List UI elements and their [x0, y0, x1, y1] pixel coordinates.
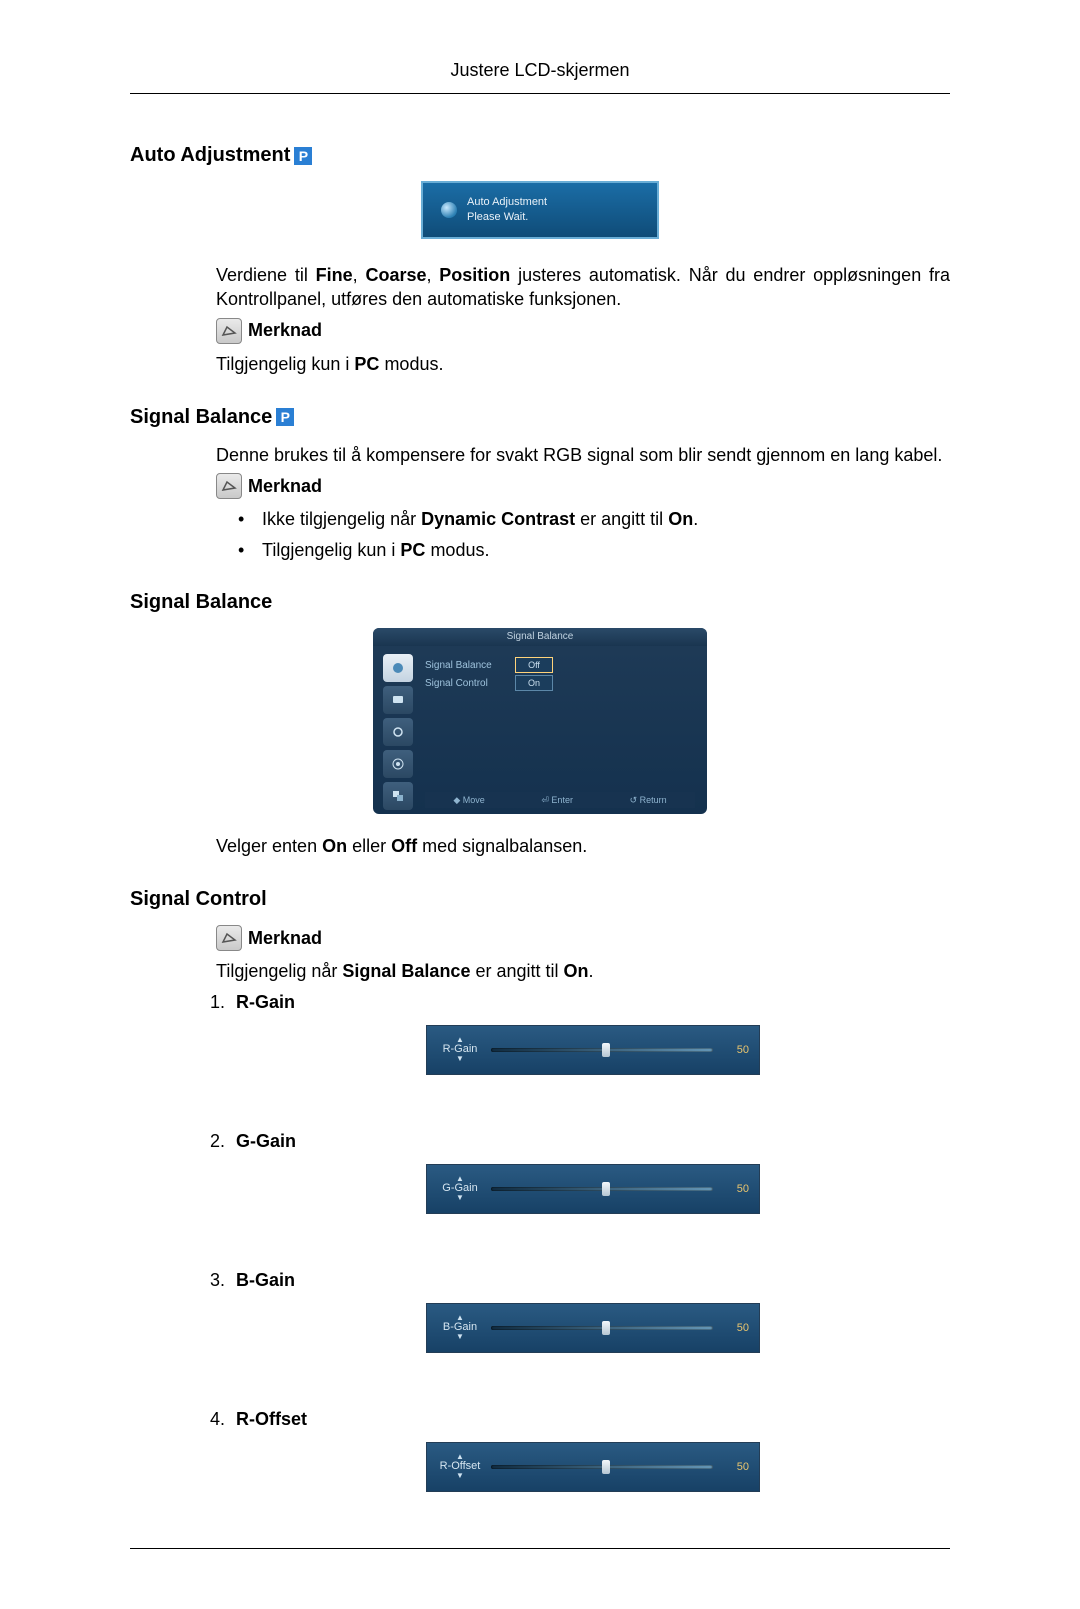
- osd-hint-move: ◆ Move: [453, 795, 484, 806]
- osd-row-signal-control[interactable]: Signal Control On: [425, 674, 695, 692]
- slider-track[interactable]: [491, 1326, 713, 1330]
- note-row: Merknad: [216, 318, 950, 344]
- osd-content: Signal Balance Off Signal Control On: [425, 656, 695, 692]
- item-label: G-Gain: [236, 1131, 296, 1151]
- slider-thumb[interactable]: [602, 1182, 610, 1196]
- chevron-down-icon: ▼: [456, 1194, 464, 1202]
- osd-side-tabs: [383, 654, 417, 814]
- list-item: Ikke tilgjengelig når Dynamic Contrast e…: [238, 509, 950, 530]
- slider-track[interactable]: [491, 1048, 713, 1052]
- list-item-g-gain: G-Gain ▲ G-Gain ▼ 50: [236, 1131, 950, 1214]
- title-text: Auto Adjustment: [130, 144, 290, 167]
- slider-thumb[interactable]: [602, 1043, 610, 1057]
- slider-thumb[interactable]: [602, 1321, 610, 1335]
- osd-titlebar: Signal Balance: [373, 628, 707, 646]
- note-icon: [216, 925, 242, 951]
- note-icon: [216, 473, 242, 499]
- auto-adjustment-note-text: Tilgjengelig kun i PC modus.: [216, 352, 950, 376]
- section-signal-control-title: Signal Control: [130, 888, 950, 911]
- slider-r-offset[interactable]: ▲ R-Offset ▼ 50: [426, 1442, 760, 1492]
- osd-hint-enter: ⏎ Enter: [541, 795, 573, 806]
- chevron-down-icon: ▼: [456, 1472, 464, 1480]
- popup-line2: Please Wait.: [467, 210, 547, 225]
- slider-left-label: ▲ B-Gain ▼: [437, 1314, 483, 1341]
- note-row: Merknad: [216, 925, 950, 951]
- item-label: B-Gain: [236, 1270, 295, 1290]
- note-icon: [216, 318, 242, 344]
- item-label: R-Offset: [236, 1409, 307, 1429]
- chevron-down-icon: ▼: [456, 1055, 464, 1063]
- item-label: R-Gain: [236, 992, 295, 1012]
- osd-tab-display-icon[interactable]: [383, 686, 413, 714]
- osd-row-label: Signal Balance: [425, 660, 515, 671]
- signal-balance-desc: Denne brukes til å kompensere for svakt …: [216, 443, 950, 467]
- slider-r-gain[interactable]: ▲ R-Gain ▼ 50: [426, 1025, 760, 1075]
- osd-row-signal-balance[interactable]: Signal Balance Off: [425, 656, 695, 674]
- footer-rule: [130, 1548, 950, 1549]
- osd-option-off[interactable]: Off: [515, 657, 553, 673]
- slider-left-label: ▲ R-Gain ▼: [437, 1036, 483, 1063]
- osd-panel: Signal Balance Signal Balance Off Signal…: [373, 628, 707, 814]
- slider-left-label: ▲ R-Offset ▼: [437, 1453, 483, 1480]
- slider-track[interactable]: [491, 1465, 713, 1469]
- auto-adjustment-desc: Verdiene til Fine, Coarse, Position just…: [216, 263, 950, 312]
- section-signal-balance-intro-title: Signal Balance P: [130, 406, 950, 429]
- slider-value: 50: [721, 1044, 749, 1056]
- list-item-r-offset: R-Offset ▲ R-Offset ▼ 50: [236, 1409, 950, 1492]
- osd-row-label: Signal Control: [425, 678, 515, 689]
- p-badge-icon: P: [276, 408, 294, 426]
- slider-value: 50: [721, 1183, 749, 1195]
- signal-control-list: R-Gain ▲ R-Gain ▼ 50 G-Gain ▲ G-Gain ▼: [236, 992, 950, 1492]
- list-item: Tilgjengelig kun i PC modus.: [238, 540, 950, 561]
- list-item-r-gain: R-Gain ▲ R-Gain ▼ 50: [236, 992, 950, 1075]
- osd-tab-sound-icon[interactable]: [383, 718, 413, 746]
- section-auto-adjustment-title: Auto Adjustment P: [130, 144, 950, 167]
- slider-g-gain[interactable]: ▲ G-Gain ▼ 50: [426, 1164, 760, 1214]
- p-badge-icon: P: [294, 147, 312, 165]
- osd-option-on[interactable]: On: [515, 675, 553, 691]
- note-label: Merknad: [248, 928, 322, 949]
- slider-thumb[interactable]: [602, 1460, 610, 1474]
- title-text: Signal Balance: [130, 406, 272, 429]
- osd-tab-picture-icon[interactable]: [383, 654, 413, 682]
- note-label: Merknad: [248, 320, 322, 341]
- osd-tab-setup-icon[interactable]: [383, 750, 413, 778]
- signal-balance-post-text: Velger enten On eller Off med signalbala…: [216, 834, 950, 858]
- auto-adjustment-popup: Auto Adjustment Please Wait.: [421, 181, 659, 239]
- list-item-b-gain: B-Gain ▲ B-Gain ▼ 50: [236, 1270, 950, 1353]
- popup-line1: Auto Adjustment: [467, 195, 547, 210]
- osd-tab-multi-icon[interactable]: [383, 782, 413, 810]
- signal-balance-bullets: Ikke tilgjengelig når Dynamic Contrast e…: [238, 509, 950, 561]
- chevron-down-icon: ▼: [456, 1333, 464, 1341]
- slider-value: 50: [721, 1322, 749, 1334]
- note-label: Merknad: [248, 476, 322, 497]
- slider-track[interactable]: [491, 1187, 713, 1191]
- page-header: Justere LCD-skjermen: [130, 60, 950, 94]
- osd-hint-return: ↺ Return: [630, 795, 667, 806]
- slider-b-gain[interactable]: ▲ B-Gain ▼ 50: [426, 1303, 760, 1353]
- note-row: Merknad: [216, 473, 950, 499]
- signal-control-note-text: Tilgjengelig når Signal Balance er angit…: [216, 959, 950, 983]
- osd-bottom-bar: ◆ Move ⏎ Enter ↺ Return: [425, 792, 695, 808]
- slider-value: 50: [721, 1461, 749, 1473]
- slider-left-label: ▲ G-Gain ▼: [437, 1175, 483, 1202]
- info-dot-icon: [441, 202, 457, 218]
- section-signal-balance-panel-title: Signal Balance: [130, 591, 950, 614]
